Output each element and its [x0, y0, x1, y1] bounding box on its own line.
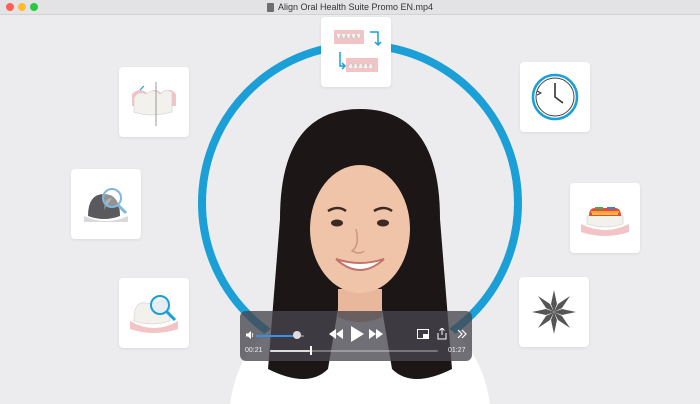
pip-icon: [417, 329, 429, 339]
tile-right-top: [520, 62, 590, 132]
tooth-gum-comparison-icon: [132, 82, 176, 126]
tooth-magnifier-icon: [84, 188, 128, 222]
document-icon: [266, 2, 274, 12]
volume-icon[interactable]: [244, 329, 256, 341]
tile-left-mid: [71, 169, 141, 239]
progress-scrubber[interactable]: [270, 350, 438, 352]
picture-in-picture-button[interactable]: [416, 328, 430, 340]
tile-right-mid: [570, 183, 640, 253]
sparkle-icon: [532, 290, 576, 334]
player-window: Align Oral Health Suite Promo EN.mp4 00:…: [0, 0, 700, 404]
tile-right-bottom: [519, 277, 589, 347]
minimize-button[interactable]: [18, 3, 26, 11]
rewind-icon: [329, 329, 343, 339]
playback-controls: 00:21 01:27: [240, 311, 472, 361]
clock-icon: [531, 73, 579, 121]
zoom-button[interactable]: [30, 3, 38, 11]
fast-forward-button[interactable]: [368, 327, 384, 341]
chevron-right-double-icon: [457, 329, 467, 339]
rewind-button[interactable]: [328, 327, 344, 341]
video-frame[interactable]: 00:21 01:27: [0, 15, 700, 404]
share-icon: [437, 328, 447, 340]
fast-forward-icon: [369, 329, 383, 339]
current-time: 00:21: [245, 347, 263, 354]
scrubber-playhead[interactable]: [310, 346, 313, 355]
tooth-magnifier-pink-icon: [130, 295, 178, 333]
play-button[interactable]: [348, 324, 366, 344]
rainbow-tooth-icon: [581, 207, 629, 236]
title-bar[interactable]: Align Oral Health Suite Promo EN.mp4: [0, 0, 700, 15]
teeth-arch-swap-icon: [334, 30, 382, 72]
window-controls: [6, 3, 38, 11]
more-button[interactable]: [456, 328, 468, 340]
window-title: Align Oral Health Suite Promo EN.mp4: [277, 2, 434, 12]
close-button[interactable]: [6, 3, 14, 11]
tile-top: [321, 17, 391, 87]
share-button[interactable]: [436, 327, 448, 341]
tile-left-top: [119, 67, 189, 137]
volume-knob[interactable]: [292, 331, 301, 339]
tile-left-bottom: [119, 278, 189, 348]
total-time: 01:27: [448, 347, 466, 354]
play-icon: [351, 326, 364, 342]
